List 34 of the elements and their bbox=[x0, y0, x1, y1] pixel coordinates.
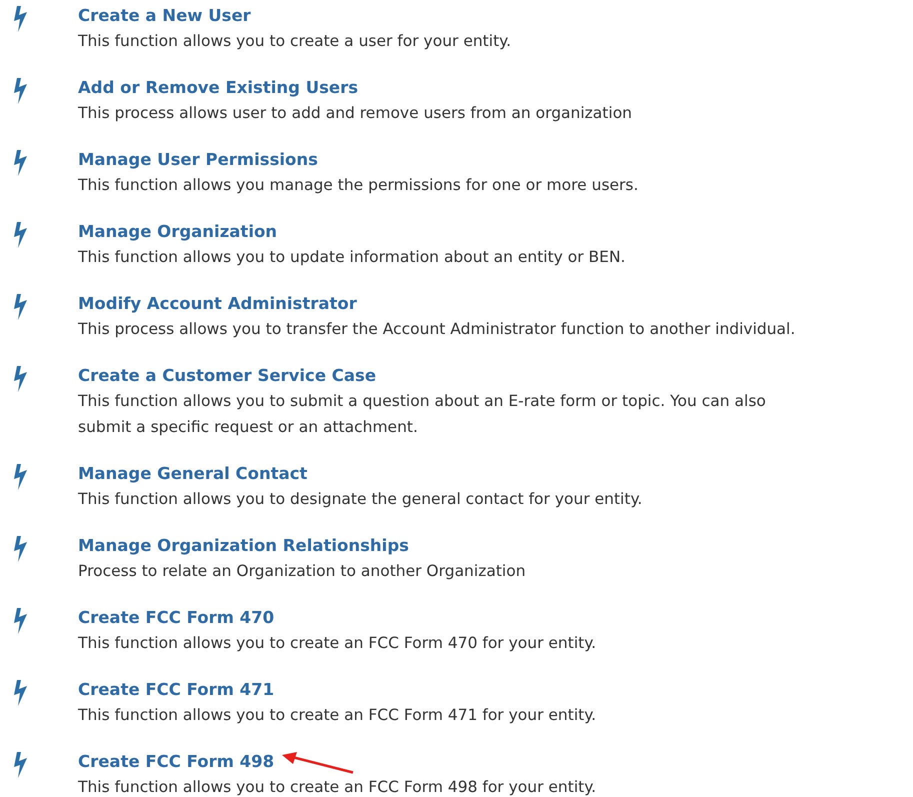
function-link[interactable]: Create FCC Form 471 bbox=[78, 678, 274, 702]
lightning-icon bbox=[12, 150, 28, 176]
function-link[interactable]: Manage Organization Relationships bbox=[78, 534, 409, 558]
function-description: This function allows you manage the permissions for one or more users. bbox=[78, 175, 638, 196]
lightning-icon bbox=[12, 78, 28, 104]
lightning-icon bbox=[12, 608, 28, 634]
function-description: This function allows you to create an FCC Form 471 for your entity. bbox=[78, 705, 596, 726]
lightning-icon bbox=[12, 464, 28, 490]
lightning-icon bbox=[12, 6, 28, 32]
function-link[interactable]: Create a Customer Service Case bbox=[78, 364, 376, 388]
function-description: This process allows you to transfer the Account Administrator function to another individual. bbox=[78, 319, 796, 340]
function-link[interactable]: Create FCC Form 470 bbox=[78, 606, 274, 630]
function-description: This function allows you to create a user for your entity. bbox=[78, 31, 512, 52]
function-link[interactable]: Manage User Permissions bbox=[78, 148, 318, 172]
lightning-icon bbox=[12, 536, 28, 562]
function-link[interactable]: Modify Account Administrator bbox=[78, 292, 357, 316]
function-description: Process to relate an Organization to another Organization bbox=[78, 561, 526, 582]
function-link[interactable]: Manage Organization bbox=[78, 220, 278, 244]
function-description: This function allows you to create an FCC Form 470 for your entity. bbox=[78, 633, 596, 654]
function-link[interactable]: Create a New User bbox=[78, 4, 251, 28]
lightning-icon bbox=[12, 366, 28, 392]
lightning-icon bbox=[12, 294, 28, 320]
lightning-icon bbox=[12, 680, 28, 706]
function-description: This process allows user to add and remove users from an organization bbox=[78, 103, 632, 124]
function-link[interactable]: Manage General Contact bbox=[78, 462, 308, 486]
function-description: This function allows you to update information about an entity or BEN. bbox=[78, 247, 626, 268]
function-link[interactable]: Add or Remove Existing Users bbox=[78, 76, 358, 100]
function-description: This function allows you to designate the general contact for your entity. bbox=[78, 489, 642, 510]
function-link[interactable]: Create FCC Form 498 bbox=[78, 750, 274, 774]
annotation-arrow bbox=[282, 752, 354, 774]
lightning-icon bbox=[12, 222, 28, 248]
function-description: This function allows you to create an FCC Form 498 for your entity. bbox=[78, 777, 596, 797]
function-description: This function allows you to submit a question about an E-rate form or topic. You can also submit a specific request or an attachment. bbox=[78, 391, 767, 438]
lightning-icon bbox=[12, 752, 28, 778]
